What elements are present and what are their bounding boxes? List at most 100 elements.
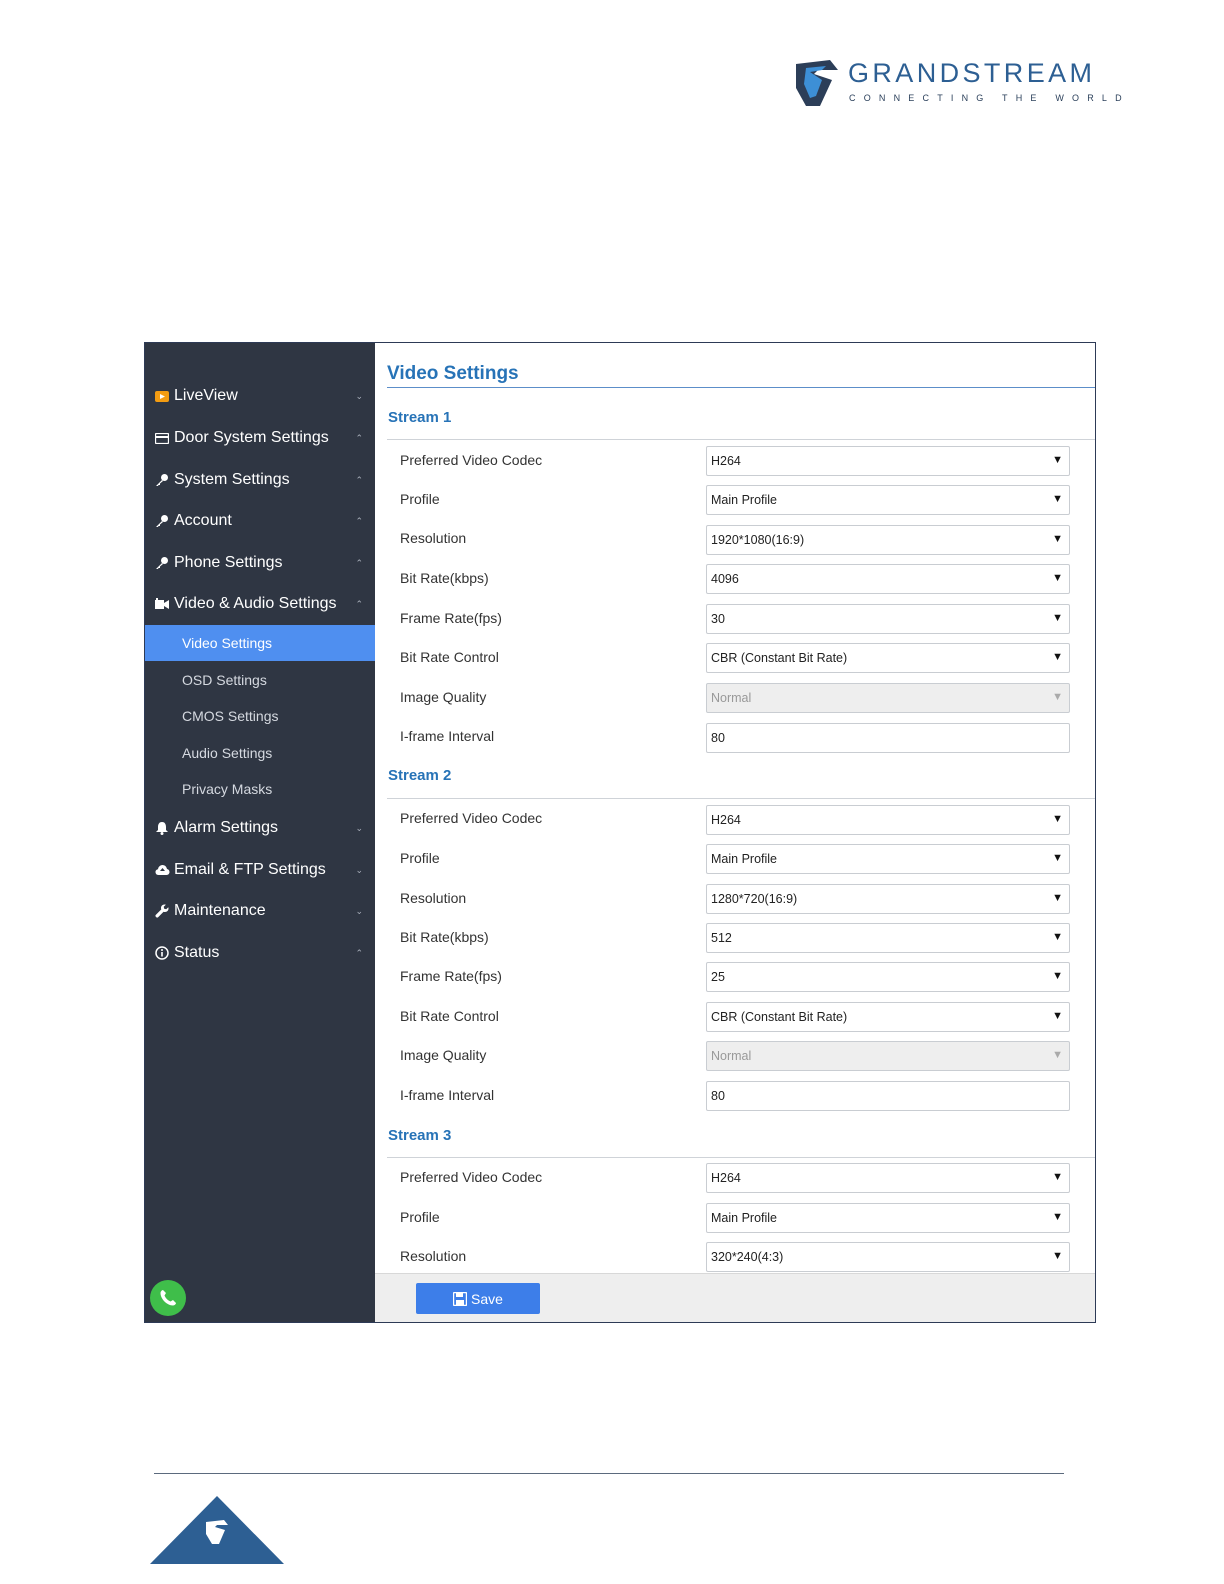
stream2-preferred-video-codec-select[interactable]: H264 ▼ xyxy=(706,805,1070,835)
stream1-bit-rate-control-select[interactable]: CBR (Constant Bit Rate) ▼ xyxy=(706,643,1070,673)
chevron-up-icon: ⌃ xyxy=(355,474,363,485)
stream3-preferred-video-codec-select[interactable]: H264 ▼ xyxy=(706,1163,1070,1193)
stream-1-header: Stream 1 xyxy=(388,409,452,426)
chevron-down-icon: ⌄ xyxy=(355,390,363,401)
stream-2-header: Stream 2 xyxy=(388,767,452,784)
save-button[interactable]: Save xyxy=(416,1283,540,1314)
chevron-up-icon: ⌃ xyxy=(355,557,363,568)
sidebar-item-account[interactable]: Account ⌃ xyxy=(145,501,375,541)
sidebar-item-label: Video & Audio Settings xyxy=(174,595,337,612)
chevron-up-icon: ⌃ xyxy=(355,598,363,609)
stream2-iframe-interval-input[interactable]: 80 xyxy=(706,1081,1070,1111)
stream3-resolution-select[interactable]: 320*240(4:3) ▼ xyxy=(706,1242,1070,1272)
sidebar-item-label: Alarm Settings xyxy=(174,819,279,836)
camera-icon xyxy=(154,388,170,404)
brand-name: GRANDSTREAM xyxy=(848,58,1096,88)
field-label: Profile xyxy=(400,1209,440,1225)
info-icon xyxy=(154,945,170,961)
stream1-frame-rate-select[interactable]: 30 ▼ xyxy=(706,604,1070,634)
sidebar-subitem-osd-settings[interactable]: OSD Settings xyxy=(145,662,375,698)
chevron-down-icon: ⌄ xyxy=(355,822,363,833)
field-label: Profile xyxy=(400,850,440,866)
sidebar-item-liveview[interactable]: LiveView ⌄ xyxy=(145,376,375,416)
select-value: 25 xyxy=(711,970,725,984)
dropdown-arrow-icon: ▼ xyxy=(1052,572,1063,584)
field-label: Preferred Video Codec xyxy=(400,452,543,468)
sidebar-subitem-cmos-settings[interactable]: CMOS Settings xyxy=(145,698,375,734)
chevron-down-icon: ⌄ xyxy=(355,864,363,875)
sidebar-subitem-privacy-masks[interactable]: Privacy Masks xyxy=(145,771,375,807)
bell-icon xyxy=(154,820,170,836)
input-value: 80 xyxy=(711,1089,725,1103)
grandstream-logo: GRANDSTREAM CONNECTING THE WORLD xyxy=(792,58,1122,110)
key-icon xyxy=(154,472,170,488)
call-button[interactable] xyxy=(150,1280,186,1316)
sidebar-item-phone-settings[interactable]: Phone Settings ⌃ xyxy=(145,543,375,583)
key-icon xyxy=(154,555,170,571)
select-value: 1920*1080(16:9) xyxy=(711,533,805,547)
stream1-iframe-interval-input[interactable]: 80 xyxy=(706,723,1070,753)
stream2-resolution-select[interactable]: 1280*720(16:9) ▼ xyxy=(706,884,1070,914)
select-value: Main Profile xyxy=(711,493,777,507)
sidebar-item-maintenance[interactable]: Maintenance ⌄ xyxy=(145,891,375,931)
field-label: Resolution xyxy=(400,890,467,906)
select-value: 512 xyxy=(711,931,732,945)
dropdown-arrow-icon: ▼ xyxy=(1052,651,1063,663)
grandstream-logo-icon xyxy=(796,60,838,106)
dropdown-arrow-icon: ▼ xyxy=(1052,533,1063,545)
field-label: Resolution xyxy=(400,530,467,546)
stream3-profile-select[interactable]: Main Profile ▼ xyxy=(706,1203,1070,1233)
dropdown-arrow-icon: ▼ xyxy=(1052,813,1063,825)
dropdown-arrow-icon: ▼ xyxy=(1052,1250,1063,1262)
wrench-icon xyxy=(154,903,170,919)
sidebar-item-status[interactable]: Status ⌃ xyxy=(145,933,375,973)
sidebar-subitem-audio-settings[interactable]: Audio Settings xyxy=(145,735,375,771)
select-value: CBR (Constant Bit Rate) xyxy=(711,651,848,665)
field-label: Bit Rate Control xyxy=(400,649,499,665)
stream1-profile-select[interactable]: Main Profile ▼ xyxy=(706,485,1070,515)
sidebar-item-label: Email & FTP Settings xyxy=(174,861,326,878)
select-value: H264 xyxy=(711,1171,741,1185)
dropdown-arrow-icon: ▼ xyxy=(1052,852,1063,864)
sidebar-item-alarm-settings[interactable]: Alarm Settings ⌄ xyxy=(145,808,375,848)
dropdown-arrow-icon: ▼ xyxy=(1052,970,1063,982)
field-label: Frame Rate(fps) xyxy=(400,610,502,626)
field-label: Preferred Video Codec xyxy=(400,1169,543,1185)
stream1-resolution-select[interactable]: 1920*1080(16:9) ▼ xyxy=(706,525,1070,555)
sidebar-item-label: System Settings xyxy=(174,471,290,488)
stream2-profile-select[interactable]: Main Profile ▼ xyxy=(706,844,1070,874)
dropdown-arrow-icon: ▼ xyxy=(1052,454,1063,466)
dropdown-arrow-icon: ▼ xyxy=(1052,1171,1063,1183)
field-label: Profile xyxy=(400,491,440,507)
sidebar-item-label: Maintenance xyxy=(174,902,266,919)
sidebar-item-door-system-settings[interactable]: Door System Settings ⌃ xyxy=(145,418,375,458)
sidebar-item-email-ftp-settings[interactable]: Email & FTP Settings ⌄ xyxy=(145,850,375,890)
field-label: I-frame Interval xyxy=(400,728,495,744)
sidebar-subitem-video-settings[interactable]: Video Settings xyxy=(145,625,375,661)
sidebar-item-system-settings[interactable]: System Settings ⌃ xyxy=(145,460,375,500)
page-title: Video Settings xyxy=(387,363,519,384)
sidebar-item-label: LiveView xyxy=(174,387,238,404)
stream1-bit-rate-select[interactable]: 4096 ▼ xyxy=(706,564,1070,594)
key-icon xyxy=(154,513,170,529)
sidebar-item-video-audio-settings[interactable]: Video & Audio Settings ⌃ xyxy=(145,584,375,624)
select-value: Normal xyxy=(711,691,752,705)
stream2-bit-rate-select[interactable]: 512 ▼ xyxy=(706,923,1070,953)
dropdown-arrow-icon: ▼ xyxy=(1052,1049,1063,1061)
phone-icon xyxy=(160,1290,176,1306)
select-value: H264 xyxy=(711,454,741,468)
dropdown-arrow-icon: ▼ xyxy=(1052,612,1063,624)
select-value: 320*240(4:3) xyxy=(711,1250,784,1264)
dropdown-arrow-icon: ▼ xyxy=(1052,1010,1063,1022)
select-value: 4096 xyxy=(711,572,739,586)
chevron-down-icon: ⌄ xyxy=(355,905,363,916)
field-label: I-frame Interval xyxy=(400,1087,495,1103)
field-label: Image Quality xyxy=(400,689,487,705)
stream1-preferred-video-codec-select[interactable]: H264 ▼ xyxy=(706,446,1070,476)
stream2-bit-rate-control-select[interactable]: CBR (Constant Bit Rate) ▼ xyxy=(706,1002,1070,1032)
dropdown-arrow-icon: ▼ xyxy=(1052,931,1063,943)
sidebar-item-label: Status xyxy=(174,944,220,961)
stream2-frame-rate-select[interactable]: 25 ▼ xyxy=(706,962,1070,992)
field-label: Bit Rate(kbps) xyxy=(400,570,489,586)
stream-3-header: Stream 3 xyxy=(388,1127,452,1144)
